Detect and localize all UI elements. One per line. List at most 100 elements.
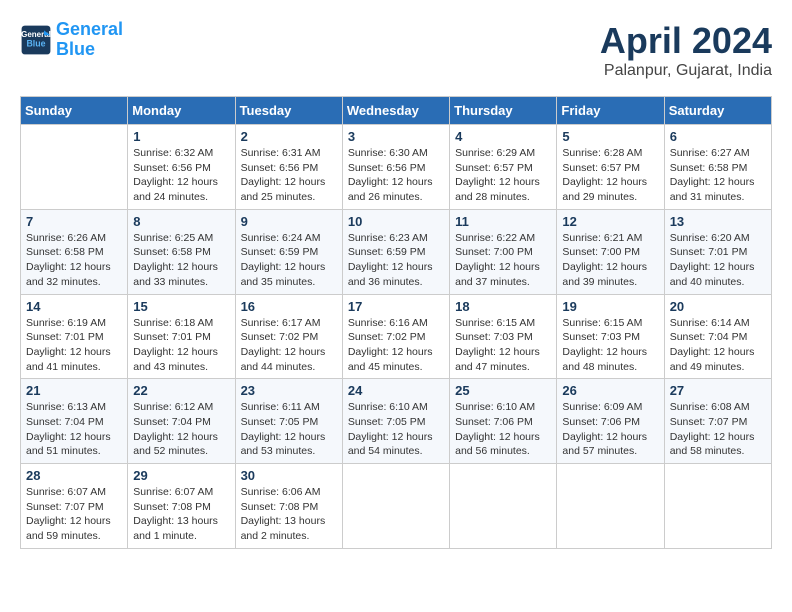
day-cell: 25 Sunrise: 6:10 AM Sunset: 7:06 PM Dayli… — [450, 379, 557, 464]
day-number: 27 — [670, 383, 766, 398]
header-cell-monday: Monday — [128, 97, 235, 125]
day-cell: 26 Sunrise: 6:09 AM Sunset: 7:06 PM Dayli… — [557, 379, 664, 464]
day-cell: 11Sunrise: 6:22 AM Sunset: 7:00 PM Dayli… — [450, 209, 557, 294]
day-info: Sunrise: 6:16 AM Sunset: 7:02 PM Dayligh… — [348, 316, 444, 375]
day-cell: 1 Sunrise: 6:32 AM Sunset: 6:56 PM Daylig… — [128, 125, 235, 210]
day-number: 29 — [133, 468, 229, 483]
day-info: Sunrise: 6:15 AM Sunset: 7:03 PM Dayligh… — [562, 316, 658, 375]
week-row-3: 14 Sunrise: 6:19 AM Sunset: 7:01 PM Dayli… — [21, 294, 772, 379]
day-info: Sunrise: 6:09 AM Sunset: 7:06 PM Dayligh… — [562, 400, 658, 459]
day-cell — [557, 464, 664, 549]
day-number: 30 — [241, 468, 337, 483]
day-cell: 2 Sunrise: 6:31 AM Sunset: 6:56 PM Daylig… — [235, 125, 342, 210]
day-number: 14 — [26, 299, 122, 314]
day-cell: 10 Sunrise: 6:23 AM Sunset: 6:59 PM Dayli… — [342, 209, 449, 294]
day-cell: 9 Sunrise: 6:24 AM Sunset: 6:59 PM Daylig… — [235, 209, 342, 294]
day-number: 26 — [562, 383, 658, 398]
week-row-2: 7Sunrise: 6:26 AM Sunset: 6:58 PM Daylig… — [21, 209, 772, 294]
header-row: SundayMondayTuesdayWednesdayThursdayFrid… — [21, 97, 772, 125]
day-cell: 22Sunrise: 6:12 AM Sunset: 7:04 PM Dayli… — [128, 379, 235, 464]
day-number: 24 — [348, 383, 444, 398]
day-number: 1 — [133, 129, 229, 144]
week-row-1: 1 Sunrise: 6:32 AM Sunset: 6:56 PM Daylig… — [21, 125, 772, 210]
header-cell-wednesday: Wednesday — [342, 97, 449, 125]
day-cell: 8 Sunrise: 6:25 AM Sunset: 6:58 PM Daylig… — [128, 209, 235, 294]
day-info: Sunrise: 6:31 AM Sunset: 6:56 PM Dayligh… — [241, 146, 337, 205]
day-info: Sunrise: 6:24 AM Sunset: 6:59 PM Dayligh… — [241, 231, 337, 290]
day-number: 17 — [348, 299, 444, 314]
day-number: 16 — [241, 299, 337, 314]
day-number: 2 — [241, 129, 337, 144]
day-cell: 27 Sunrise: 6:08 AM Sunset: 7:07 PM Dayli… — [664, 379, 771, 464]
day-info: Sunrise: 6:29 AM Sunset: 6:57 PM Dayligh… — [455, 146, 551, 205]
day-info: Sunrise: 6:18 AM Sunset: 7:01 PM Dayligh… — [133, 316, 229, 375]
day-number: 5 — [562, 129, 658, 144]
logo-text: General Blue — [56, 20, 123, 60]
day-info: Sunrise: 6:14 AM Sunset: 7:04 PM Dayligh… — [670, 316, 766, 375]
day-info: Sunrise: 6:11 AM Sunset: 7:05 PM Dayligh… — [241, 400, 337, 459]
day-number: 12 — [562, 214, 658, 229]
day-cell: 14 Sunrise: 6:19 AM Sunset: 7:01 PM Dayli… — [21, 294, 128, 379]
day-info: Sunrise: 6:17 AM Sunset: 7:02 PM Dayligh… — [241, 316, 337, 375]
day-cell: 21 Sunrise: 6:13 AM Sunset: 7:04 PM Dayli… — [21, 379, 128, 464]
day-info: Sunrise: 6:27 AM Sunset: 6:58 PM Dayligh… — [670, 146, 766, 205]
day-cell: 29Sunrise: 6:07 AM Sunset: 7:08 PM Dayli… — [128, 464, 235, 549]
day-cell — [21, 125, 128, 210]
day-number: 28 — [26, 468, 122, 483]
header-cell-tuesday: Tuesday — [235, 97, 342, 125]
day-number: 10 — [348, 214, 444, 229]
day-info: Sunrise: 6:13 AM Sunset: 7:04 PM Dayligh… — [26, 400, 122, 459]
day-number: 21 — [26, 383, 122, 398]
day-info: Sunrise: 6:15 AM Sunset: 7:03 PM Dayligh… — [455, 316, 551, 375]
calendar-table: SundayMondayTuesdayWednesdayThursdayFrid… — [20, 96, 772, 549]
day-cell: 18 Sunrise: 6:15 AM Sunset: 7:03 PM Dayli… — [450, 294, 557, 379]
day-cell: 3 Sunrise: 6:30 AM Sunset: 6:56 PM Daylig… — [342, 125, 449, 210]
day-cell: 17 Sunrise: 6:16 AM Sunset: 7:02 PM Dayli… — [342, 294, 449, 379]
day-info: Sunrise: 6:28 AM Sunset: 6:57 PM Dayligh… — [562, 146, 658, 205]
day-cell: 13Sunrise: 6:20 AM Sunset: 7:01 PM Dayli… — [664, 209, 771, 294]
page-header: General Blue General Blue April 2024 Pal… — [20, 20, 772, 80]
header-cell-saturday: Saturday — [664, 97, 771, 125]
day-cell: 4Sunrise: 6:29 AM Sunset: 6:57 PM Daylig… — [450, 125, 557, 210]
day-info: Sunrise: 6:10 AM Sunset: 7:06 PM Dayligh… — [455, 400, 551, 459]
day-cell: 20 Sunrise: 6:14 AM Sunset: 7:04 PM Dayli… — [664, 294, 771, 379]
month-title: April 2024 — [600, 20, 772, 62]
day-info: Sunrise: 6:06 AM Sunset: 7:08 PM Dayligh… — [241, 485, 337, 544]
day-number: 8 — [133, 214, 229, 229]
day-cell: 19Sunrise: 6:15 AM Sunset: 7:03 PM Dayli… — [557, 294, 664, 379]
day-info: Sunrise: 6:30 AM Sunset: 6:56 PM Dayligh… — [348, 146, 444, 205]
day-info: Sunrise: 6:25 AM Sunset: 6:58 PM Dayligh… — [133, 231, 229, 290]
svg-text:Blue: Blue — [26, 38, 45, 48]
day-info: Sunrise: 6:07 AM Sunset: 7:07 PM Dayligh… — [26, 485, 122, 544]
day-info: Sunrise: 6:23 AM Sunset: 6:59 PM Dayligh… — [348, 231, 444, 290]
day-info: Sunrise: 6:08 AM Sunset: 7:07 PM Dayligh… — [670, 400, 766, 459]
day-number: 22 — [133, 383, 229, 398]
day-info: Sunrise: 6:32 AM Sunset: 6:56 PM Dayligh… — [133, 146, 229, 205]
day-info: Sunrise: 6:10 AM Sunset: 7:05 PM Dayligh… — [348, 400, 444, 459]
day-number: 23 — [241, 383, 337, 398]
day-cell — [450, 464, 557, 549]
day-number: 25 — [455, 383, 551, 398]
day-number: 20 — [670, 299, 766, 314]
day-cell: 5 Sunrise: 6:28 AM Sunset: 6:57 PM Daylig… — [557, 125, 664, 210]
day-cell — [342, 464, 449, 549]
day-number: 18 — [455, 299, 551, 314]
day-cell: 30 Sunrise: 6:06 AM Sunset: 7:08 PM Dayli… — [235, 464, 342, 549]
logo-icon: General Blue — [20, 24, 52, 56]
day-cell — [664, 464, 771, 549]
day-cell: 28 Sunrise: 6:07 AM Sunset: 7:07 PM Dayli… — [21, 464, 128, 549]
day-info: Sunrise: 6:19 AM Sunset: 7:01 PM Dayligh… — [26, 316, 122, 375]
logo: General Blue General Blue — [20, 20, 123, 60]
day-info: Sunrise: 6:21 AM Sunset: 7:00 PM Dayligh… — [562, 231, 658, 290]
week-row-5: 28 Sunrise: 6:07 AM Sunset: 7:07 PM Dayli… — [21, 464, 772, 549]
day-number: 3 — [348, 129, 444, 144]
day-info: Sunrise: 6:22 AM Sunset: 7:00 PM Dayligh… — [455, 231, 551, 290]
week-row-4: 21 Sunrise: 6:13 AM Sunset: 7:04 PM Dayli… — [21, 379, 772, 464]
day-number: 15 — [133, 299, 229, 314]
day-number: 9 — [241, 214, 337, 229]
header-cell-friday: Friday — [557, 97, 664, 125]
header-cell-thursday: Thursday — [450, 97, 557, 125]
day-cell: 6Sunrise: 6:27 AM Sunset: 6:58 PM Daylig… — [664, 125, 771, 210]
day-cell: 7Sunrise: 6:26 AM Sunset: 6:58 PM Daylig… — [21, 209, 128, 294]
day-cell: 23 Sunrise: 6:11 AM Sunset: 7:05 PM Dayli… — [235, 379, 342, 464]
